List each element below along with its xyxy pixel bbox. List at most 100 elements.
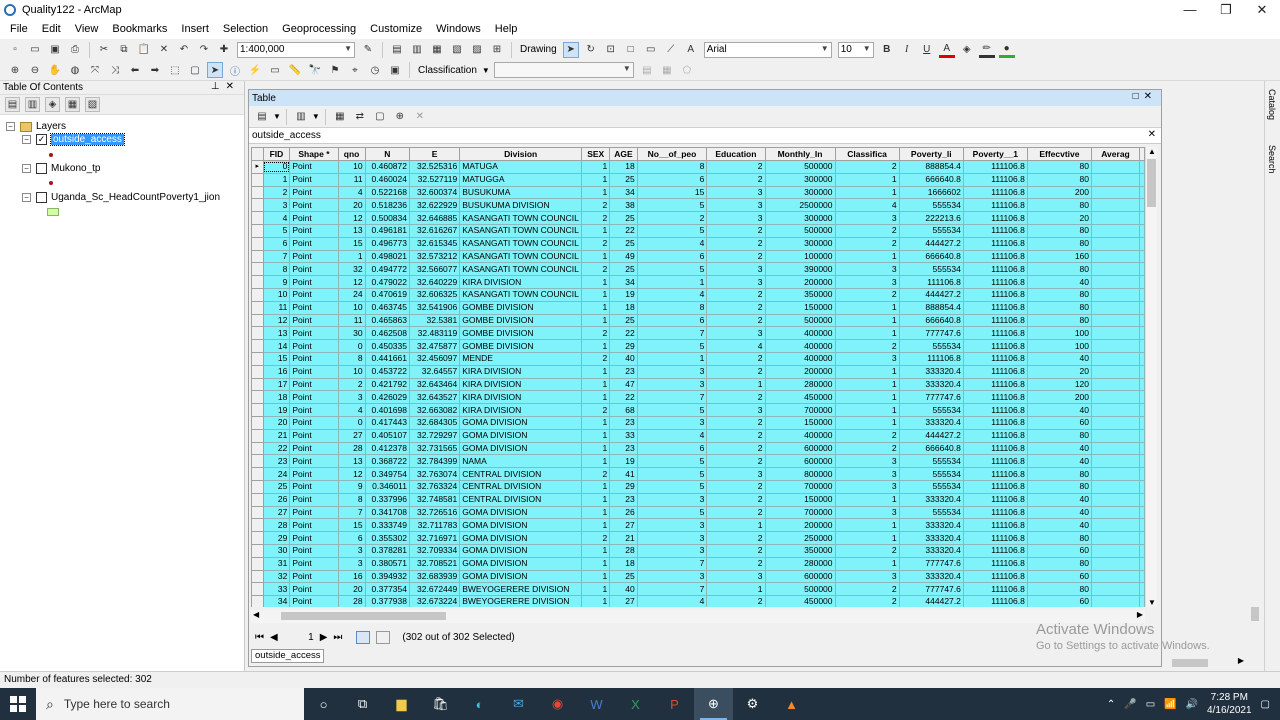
marker-color-icon[interactable]: ● <box>998 42 1015 58</box>
table-cell[interactable]: 4 <box>834 198 900 213</box>
table-cell[interactable]: 1 <box>834 390 900 405</box>
table-cell[interactable]: KASANGATI TOWN COUNCIL <box>459 211 583 225</box>
table-cell[interactable]: 0.479022 <box>364 275 410 289</box>
column-header[interactable]: No__of_peo <box>636 147 708 161</box>
font-color-icon[interactable]: A <box>938 42 955 58</box>
table-cell[interactable]: 3 <box>706 198 766 213</box>
table-cell[interactable]: 111106.8 <box>962 160 1028 174</box>
table-cell[interactable]: Point <box>289 223 339 238</box>
table-cell[interactable]: 30 <box>337 326 366 341</box>
table-cell[interactable]: 111106.8 <box>898 275 964 289</box>
table-cell[interactable]: 20 <box>337 582 366 597</box>
table-cell[interactable]: 15 <box>262 351 291 366</box>
scrollbar-thumb[interactable] <box>281 612 446 620</box>
powerpoint-icon[interactable]: P <box>655 688 694 720</box>
table-cell[interactable]: 7 <box>636 582 708 597</box>
table-cell[interactable]: 2 <box>636 211 708 225</box>
table-cell[interactable]: 5 <box>636 454 708 469</box>
first-record-icon[interactable]: ⏮ <box>255 632 264 643</box>
toc-layer-label[interactable]: outside_access <box>50 133 125 146</box>
excel-icon[interactable]: X <box>616 688 655 720</box>
table-cell[interactable]: 1 <box>581 249 611 264</box>
table-cell[interactable]: 700000 <box>764 479 836 494</box>
table-cell[interactable]: 0.426029 <box>364 390 410 405</box>
table-cell[interactable]: 32.622929 <box>408 198 461 213</box>
table-cell[interactable]: 18 <box>609 556 638 571</box>
cut-icon[interactable]: ✂ <box>96 42 112 58</box>
table-cell[interactable]: 0.494772 <box>364 262 410 277</box>
table-cell[interactable]: 21 <box>609 531 638 545</box>
row-selector[interactable] <box>251 172 264 187</box>
table-cell[interactable]: 2 <box>834 543 900 558</box>
table-cell[interactable]: 26 <box>262 492 291 507</box>
table-cell[interactable]: 5 <box>636 505 708 520</box>
table-cell[interactable]: 32.784399 <box>408 454 461 469</box>
table-row[interactable]: 28 Point 15 0.333749 32.711783 GOMA DIVISION 1… <box>251 518 1145 533</box>
table-cell[interactable] <box>1091 595 1140 607</box>
table-cell[interactable]: 0.401698 <box>364 403 410 417</box>
table-cell[interactable]: 0.450335 <box>364 339 410 353</box>
table-cell[interactable]: Point <box>289 275 339 289</box>
table-cell[interactable]: KIRA DIVISION <box>459 390 583 405</box>
table-cell[interactable]: 111106.8 <box>962 198 1028 213</box>
table-row[interactable]: 32 Point 16 0.394932 32.683939 GOMA DIVISION 1… <box>251 569 1145 584</box>
row-selector[interactable] <box>251 313 264 328</box>
table-cell[interactable]: 32.683939 <box>408 569 461 584</box>
toc-layer-label[interactable]: Uganda_Sc_HeadCountPoverty1_jion <box>51 192 220 203</box>
row-selector[interactable] <box>251 287 264 302</box>
table-cell[interactable]: 27 <box>609 518 638 533</box>
table-cell[interactable]: 32.64557 <box>408 364 461 379</box>
table-cell[interactable]: 20 <box>1026 211 1093 225</box>
row-selector[interactable] <box>251 198 264 213</box>
select-elements-icon[interactable]: ➤ <box>207 62 223 78</box>
table-cell[interactable]: 1 <box>581 543 611 558</box>
table-cell[interactable] <box>1091 172 1140 187</box>
table-cell[interactable]: 47 <box>609 377 638 392</box>
list-by-drawing-order-icon[interactable]: ▤ <box>5 97 20 112</box>
table-cell[interactable]: Point <box>289 441 339 456</box>
table-row[interactable]: 20 Point 0 0.417443 32.684305 GOMA DIVISION 1 2… <box>251 415 1145 430</box>
table-cell[interactable]: 25 <box>609 313 638 328</box>
table-row[interactable]: 31 Point 3 0.380571 32.708521 GOMA DIVISION 1 1… <box>251 556 1145 571</box>
table-cell[interactable]: 777747.6 <box>898 326 964 341</box>
row-selector[interactable] <box>251 364 264 379</box>
table-cell[interactable]: 666640.8 <box>898 441 964 456</box>
table-cell[interactable]: 22 <box>609 326 638 341</box>
table-cell[interactable]: 1 <box>834 300 900 315</box>
table-cell[interactable]: 400000 <box>764 339 836 353</box>
table-cell[interactable]: 1 <box>581 223 611 238</box>
table-cell[interactable]: 26 <box>609 505 638 520</box>
table-cell[interactable]: 5 <box>636 198 708 213</box>
table-cell[interactable]: 666640.8 <box>898 172 964 187</box>
table-cell[interactable]: 111106.8 <box>962 377 1028 392</box>
table-cell[interactable]: 0.465863 <box>364 313 410 328</box>
table-cell[interactable]: 5 <box>636 467 708 481</box>
table-row[interactable]: 22 Point 28 0.412378 32.731565 GOMA DIVISION 1… <box>251 441 1145 456</box>
catalog-icon[interactable]: ▥ <box>409 42 425 58</box>
delete-selected-icon[interactable]: ✕ <box>412 109 428 125</box>
table-cell[interactable]: MATUGA <box>459 160 583 174</box>
table-cell[interactable]: 38 <box>609 198 638 213</box>
table-cell[interactable]: 450000 <box>764 595 836 607</box>
table-cell[interactable]: 80 <box>1026 223 1093 238</box>
table-cell[interactable] <box>1091 262 1140 277</box>
table-cell[interactable]: 7 <box>636 390 708 405</box>
table-cell[interactable]: 111106.8 <box>962 556 1028 571</box>
table-cell[interactable]: 80 <box>1026 556 1093 571</box>
menu-windows[interactable]: Windows <box>429 23 488 35</box>
table-cell[interactable]: MATUGGA <box>459 172 583 187</box>
table-cell[interactable]: 0.453722 <box>364 364 410 379</box>
table-cell[interactable]: 6 <box>636 441 708 456</box>
scrollbar-thumb[interactable] <box>1251 607 1259 621</box>
table-cell[interactable]: 23 <box>609 441 638 456</box>
table-cell[interactable]: Point <box>289 236 339 251</box>
network-icon[interactable]: 📶 <box>1164 699 1176 710</box>
table-cell[interactable]: 80 <box>1026 479 1093 494</box>
row-selector[interactable] <box>251 223 264 238</box>
table-cell[interactable]: 150000 <box>764 415 836 430</box>
table-cell[interactable]: Point <box>289 518 339 533</box>
table-cell[interactable]: 32.716971 <box>408 531 461 545</box>
table-cell[interactable]: 2 <box>706 543 766 558</box>
table-cell[interactable]: Point <box>289 287 339 302</box>
table-cell[interactable]: GOMBE DIVISION <box>459 313 583 328</box>
